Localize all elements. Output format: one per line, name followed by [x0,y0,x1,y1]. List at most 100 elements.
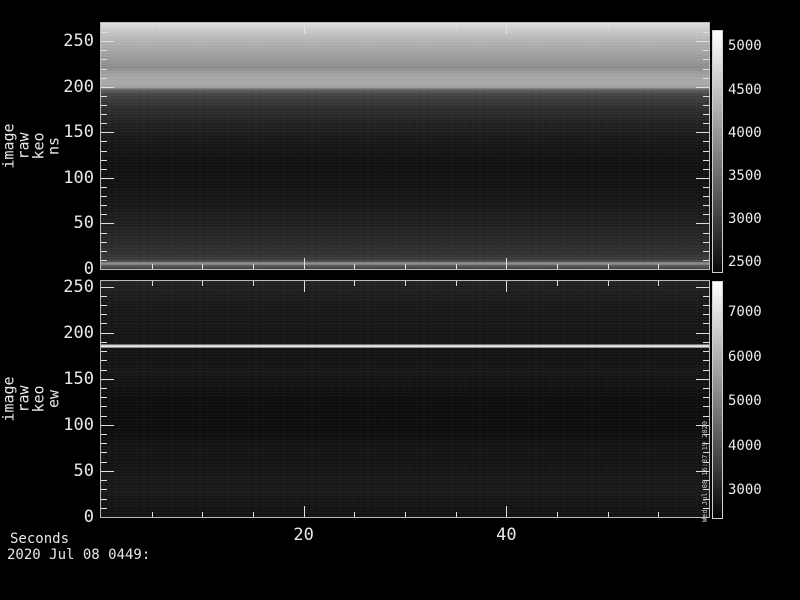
y-tick [101,96,107,97]
x-tick [608,264,609,269]
x-tick [405,23,406,28]
x-tick [557,264,558,269]
y-tick [101,69,107,70]
y-tick [101,160,107,161]
x-tick [253,512,254,517]
y-tick [703,323,709,324]
y-tick [101,342,107,343]
y-tick [703,32,709,33]
y-tick [101,499,107,500]
x-tick [405,264,406,269]
x-tick [506,506,507,517]
colorbar-tick-label: 6000 [728,349,762,365]
colorbar-ew [712,281,723,519]
y-tick [101,305,107,306]
y-tick [101,379,114,380]
x-tick [152,264,153,269]
y-tick [101,351,107,352]
y-tick [101,178,114,179]
y-tick [101,169,107,170]
x-tick [405,512,406,517]
x-tick [304,258,305,269]
y-tick [101,471,114,472]
y-tick [703,214,709,215]
x-tick [506,281,507,292]
y-tick [696,178,709,179]
x-tick-label: 20 [293,525,314,545]
y-tick [703,314,709,315]
x-tick [608,23,609,28]
y-tick [101,132,114,133]
y-tick [101,59,107,60]
creation-timestamp: Wed Jul 08 16:37:19 2020 [699,421,713,522]
y-tick [101,314,107,315]
y-tick-label: 50 [73,460,94,481]
y-tick [703,105,709,106]
y-tick [101,480,107,481]
keogram-image-ns [101,23,709,269]
y-tick [703,388,709,389]
x-tick [304,281,305,292]
x-tick [354,264,355,269]
x-tick [253,281,254,286]
x-tick [202,264,203,269]
y-tick-label: 100 [63,167,94,188]
y-tick [101,87,114,88]
y-tick [703,406,709,407]
y-tick [101,260,107,261]
y-tick [703,416,709,417]
y-tick [703,260,709,261]
y-tick [101,489,107,490]
x-tick-label: 40 [496,525,517,545]
y-tick [101,370,107,371]
y-tick [703,205,709,206]
x-tick [557,512,558,517]
y-tick [101,333,114,334]
y-tick-label: 250 [63,276,94,297]
y-tick [101,434,107,435]
y-tick [101,360,107,361]
y-tick [101,296,107,297]
x-tick [658,512,659,517]
y-tick-label: 100 [63,414,94,435]
x-tick [354,23,355,28]
keogram-panel-ew [100,280,710,518]
x-tick [202,281,203,286]
y-tick [101,187,107,188]
colorbar-tick-label: 2500 [728,254,762,270]
xaxis-title: Seconds [10,531,70,547]
x-tick [152,23,153,28]
x-tick [304,506,305,517]
y-tick [101,32,107,33]
keogram-panel-ns [100,22,710,270]
y-tick [101,425,114,426]
y-tick [703,123,709,124]
y-tick [696,87,709,88]
y-tick [703,251,709,252]
y-tick-label: 150 [63,368,94,389]
y-tick [703,78,709,79]
y-tick [703,187,709,188]
y-tick-label: 200 [63,322,94,343]
x-tick [354,281,355,286]
y-tick [703,296,709,297]
x-tick [405,281,406,286]
y-tick [101,508,107,509]
y-tick [101,287,114,288]
y-tick [101,105,107,106]
y-tick [703,114,709,115]
y-tick [101,123,107,124]
y-tick [696,333,709,334]
y-tick-label: 0 [83,259,94,279]
y-tick [101,251,107,252]
y-tick [101,41,114,42]
x-tick [253,264,254,269]
keogram-image-ew [101,281,709,517]
y-tick [101,323,107,324]
x-tick [506,23,507,34]
y-tick [703,151,709,152]
x-tick [658,23,659,28]
y-tick [101,151,107,152]
panel-ns-ylabel: image raw keo ns [0,22,64,270]
y-tick [696,41,709,42]
